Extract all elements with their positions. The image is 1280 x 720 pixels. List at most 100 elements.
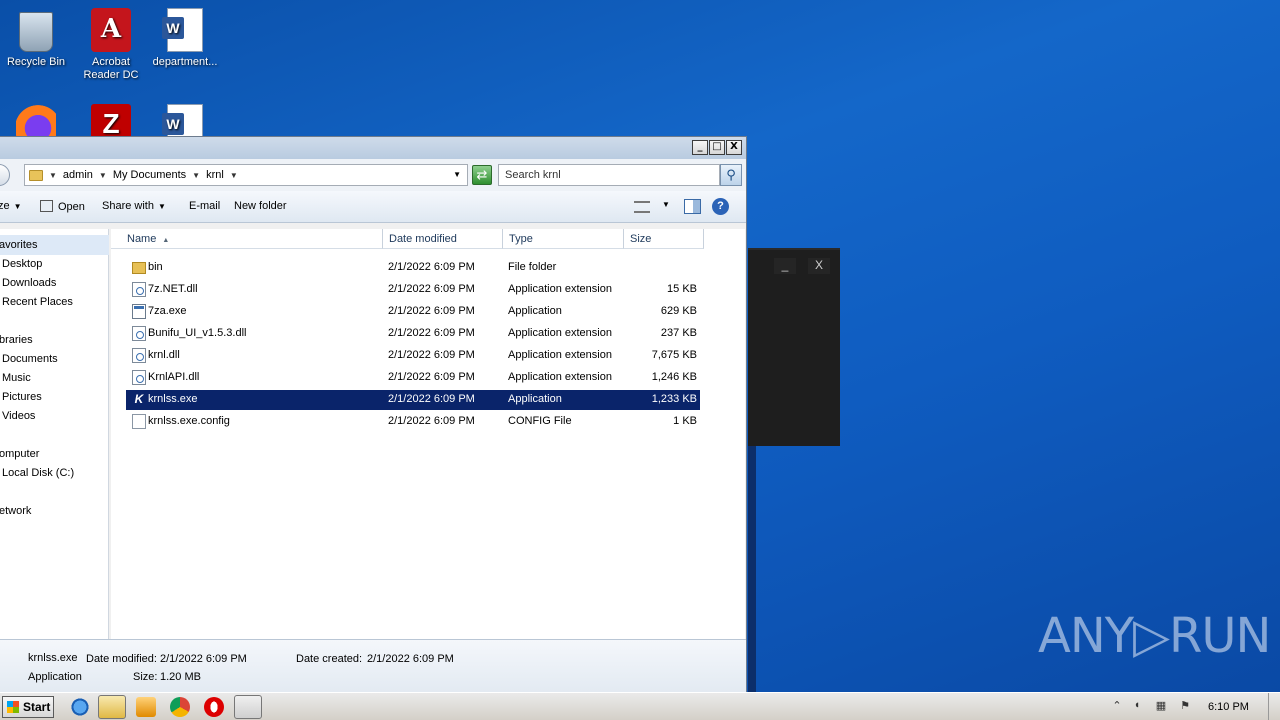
refresh-button[interactable]: ⇄	[472, 165, 492, 185]
column-header-size[interactable]: Size	[624, 229, 704, 249]
details-date-modified-label: Date modified:	[86, 653, 157, 665]
nav-videos[interactable]: Videos	[2, 410, 35, 422]
new-folder-button[interactable]: New folder	[234, 200, 287, 212]
nav-network[interactable]: etwork	[0, 505, 31, 517]
address-dropdown-icon[interactable]: ▼	[453, 170, 461, 179]
nav-recent-places[interactable]: Recent Places	[2, 296, 73, 308]
file-row[interactable]: krnl.dll 2/1/2022 6:09 PM Application ex…	[126, 346, 700, 366]
email-button[interactable]: E-mail	[189, 200, 220, 212]
chevron-down-icon: ▼	[13, 202, 22, 211]
krnl-taskbar-icon[interactable]	[234, 695, 262, 719]
nav-downloads[interactable]: Downloads	[2, 277, 56, 289]
column-header-date[interactable]: Date modified	[383, 229, 503, 249]
share-with-button[interactable]: Share with ▼	[102, 200, 166, 212]
maximize-button[interactable]: □	[709, 140, 725, 155]
clock[interactable]: 6:10 PM	[1208, 701, 1249, 713]
volume-icon[interactable]: ◖	[1130, 699, 1144, 713]
breadcrumb-arrow-icon[interactable]: ▼	[49, 171, 57, 180]
action-center-flag-icon[interactable]: ⚑	[1178, 699, 1192, 713]
nav-desktop[interactable]: Desktop	[2, 258, 42, 270]
share-label: Share with	[102, 200, 154, 212]
breadcrumb-my-documents[interactable]: My Documents	[113, 169, 186, 181]
file-row[interactable]: Bunifu_UI_v1.5.3.dll 2/1/2022 6:09 PM Ap…	[126, 324, 700, 344]
nav-pictures[interactable]: Pictures	[2, 391, 42, 403]
file-type: Application	[508, 305, 562, 317]
krnl-close-button[interactable]: X	[808, 258, 830, 274]
details-date-created: 2/1/2022 6:09 PM	[367, 653, 454, 665]
file-name: Bunifu_UI_v1.5.3.dll	[148, 327, 247, 339]
help-icon[interactable]: ?	[712, 198, 729, 215]
file-row[interactable]: bin 2/1/2022 6:09 PM File folder	[126, 258, 700, 278]
windows-explorer-taskbar-icon[interactable]	[98, 695, 126, 719]
file-row[interactable]: 7za.exe 2/1/2022 6:09 PM Application 629…	[126, 302, 700, 322]
word-document-icon	[162, 8, 203, 52]
file-row-selected[interactable]: K krnlss.exe 2/1/2022 6:09 PM Applicatio…	[126, 390, 700, 410]
nav-computer[interactable]: omputer	[0, 448, 39, 460]
file-date: 2/1/2022 6:09 PM	[388, 393, 475, 405]
media-player-icon[interactable]	[136, 697, 156, 717]
chrome-icon[interactable]	[170, 697, 190, 717]
open-icon	[40, 200, 53, 212]
preview-pane-icon[interactable]	[684, 199, 701, 214]
file-type: Application extension	[508, 283, 612, 295]
network-icon[interactable]: ▦	[1154, 699, 1168, 713]
file-date: 2/1/2022 6:09 PM	[388, 283, 475, 295]
search-icon[interactable]: ⚲	[720, 164, 742, 186]
dll-file-icon	[132, 348, 146, 363]
chevron-down-icon[interactable]: ▼	[662, 200, 670, 209]
search-input[interactable]: Search krnl	[498, 164, 720, 186]
desktop-icon-department-doc[interactable]: department...	[149, 8, 221, 69]
minimize-button[interactable]: _	[692, 140, 708, 155]
file-name: krnlss.exe	[148, 393, 198, 405]
internet-explorer-icon[interactable]	[70, 697, 90, 717]
file-row[interactable]: 7z.NET.dll 2/1/2022 6:09 PM Application …	[126, 280, 700, 300]
file-type: Application extension	[508, 371, 612, 383]
organize-button[interactable]: ze ▼	[0, 200, 22, 212]
explorer-titlebar[interactable]: _ □ X	[0, 137, 746, 159]
file-row[interactable]: krnlss.exe.config 2/1/2022 6:09 PM CONFI…	[126, 412, 700, 432]
nav-favorites[interactable]: avorites	[0, 239, 38, 251]
breadcrumb-arrow-icon[interactable]: ▼	[99, 171, 107, 180]
details-date-created-label: Date created:	[296, 653, 363, 665]
back-button[interactable]	[0, 164, 10, 186]
krnl-app-icon: K	[132, 392, 146, 407]
breadcrumb-admin[interactable]: admin	[63, 169, 93, 181]
address-bar[interactable]: ▼ admin ▼ My Documents ▼ krnl ▼ ▼	[24, 164, 468, 186]
file-date: 2/1/2022 6:09 PM	[388, 349, 475, 361]
close-button[interactable]: X	[726, 140, 742, 155]
nav-local-disk[interactable]: Local Disk (C:)	[2, 467, 74, 479]
nav-libraries[interactable]: braries	[0, 334, 33, 346]
desktop-icon-acrobat[interactable]: Acrobat Reader DC	[75, 8, 147, 82]
opera-icon[interactable]	[204, 697, 224, 717]
file-type: File folder	[508, 261, 557, 273]
breadcrumb-krnl[interactable]: krnl	[206, 169, 224, 181]
details-size: 1.20 MB	[160, 671, 201, 683]
krnl-app-window[interactable]: _ X	[748, 248, 840, 446]
file-type: Application extension	[508, 349, 612, 361]
address-row: ▼ admin ▼ My Documents ▼ krnl ▼ ▼ ⇄ Sear…	[0, 159, 746, 191]
open-button[interactable]: Open	[40, 200, 85, 213]
file-type: Application extension	[508, 327, 612, 339]
nav-documents[interactable]: Documents	[2, 353, 58, 365]
change-view-icon[interactable]	[634, 201, 650, 213]
desktop-icon-label: Acrobat Reader DC	[83, 56, 139, 81]
breadcrumb-arrow-icon[interactable]: ▼	[230, 171, 238, 180]
details-size-label: Size:	[133, 671, 158, 683]
desktop-icon-recycle-bin[interactable]: Recycle Bin	[0, 8, 72, 69]
file-date: 2/1/2022 6:09 PM	[388, 415, 475, 427]
file-list: Name ▲ Date modified Type Size bin 2/1/20…	[111, 229, 745, 639]
anyrun-watermark: ANY▷RUN	[1038, 608, 1271, 664]
file-row[interactable]: KrnlAPI.dll 2/1/2022 6:09 PM Application…	[126, 368, 700, 388]
breadcrumb-arrow-icon[interactable]: ▼	[192, 171, 200, 180]
krnl-minimize-button[interactable]: _	[774, 258, 796, 274]
show-hidden-icons-icon[interactable]: ⌃	[1110, 699, 1124, 713]
explorer-window[interactable]: _ □ X ▼ admin ▼ My Documents ▼ krnl ▼ ▼ …	[0, 136, 747, 692]
show-desktop-button[interactable]	[1268, 693, 1280, 720]
dll-file-icon	[132, 282, 146, 297]
file-size: 237 KB	[660, 327, 697, 339]
nav-music[interactable]: Music	[2, 372, 31, 384]
column-header-name[interactable]: Name ▲	[111, 229, 383, 249]
start-button[interactable]: Start	[2, 696, 54, 718]
column-header-type[interactable]: Type	[503, 229, 624, 249]
dll-file-icon	[132, 326, 146, 341]
